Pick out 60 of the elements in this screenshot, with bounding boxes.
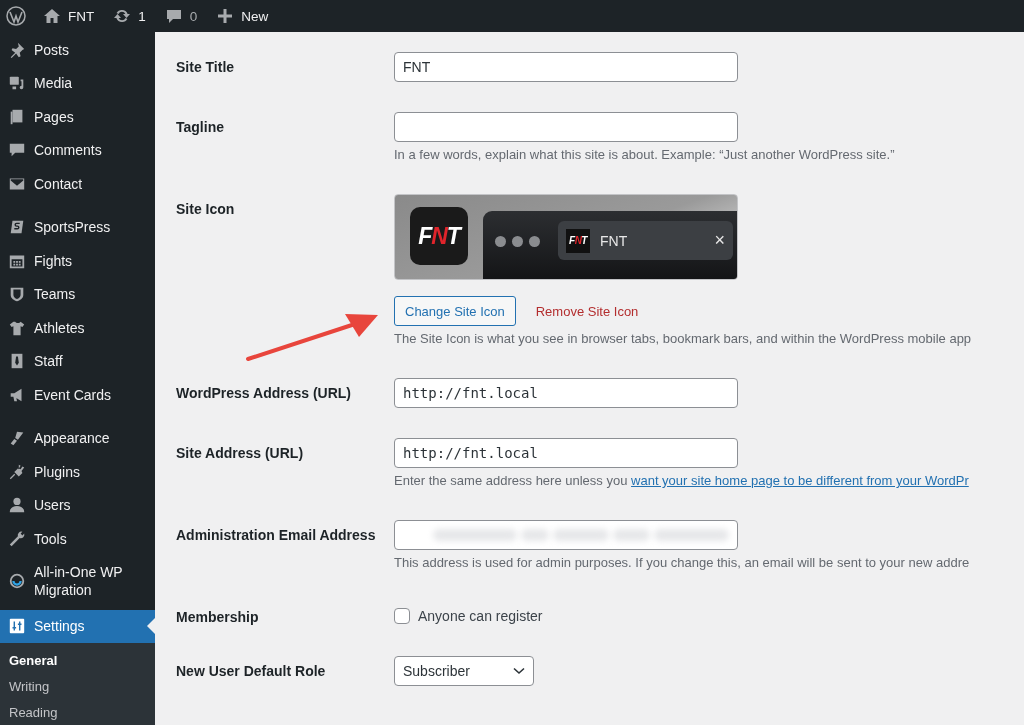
field-label: Site Icon bbox=[176, 201, 235, 217]
menu-item[interactable]: Contact bbox=[0, 167, 155, 201]
menu-item[interactable]: Teams bbox=[0, 277, 155, 311]
checkbox-label: Anyone can register bbox=[418, 608, 543, 624]
tab-title: FNT bbox=[600, 232, 629, 249]
menu-item[interactable]: Plugins bbox=[0, 455, 155, 489]
menu-item[interactable]: Appearance bbox=[0, 421, 155, 455]
user-icon bbox=[8, 496, 26, 515]
admin-bar-comments-link[interactable]: 0 bbox=[161, 6, 200, 26]
wrench-icon bbox=[8, 529, 26, 548]
menu-item[interactable]: SportsPress bbox=[0, 210, 155, 244]
field-label: New User Default Role bbox=[176, 663, 326, 679]
menu-item[interactable]: Fights bbox=[0, 244, 155, 278]
menu-item[interactable]: Event Cards bbox=[0, 378, 155, 412]
menu-item[interactable]: All-in-One WP Migration bbox=[0, 555, 155, 606]
field-label: Administration Email Address bbox=[176, 527, 376, 543]
checkbox[interactable] bbox=[394, 608, 410, 624]
home-icon bbox=[42, 6, 62, 26]
menu-item[interactable]: Tools bbox=[0, 522, 155, 556]
admin-bar-new-link[interactable]: New bbox=[213, 6, 271, 26]
change-site-icon-button[interactable]: Change Site Icon bbox=[394, 296, 516, 326]
menu-item[interactable]: Users bbox=[0, 488, 155, 522]
field-description: This address is used for admin purposes. If you change this, an email will be sent to your new addre bbox=[394, 554, 971, 572]
field-label: Site Title bbox=[176, 59, 235, 75]
menu-item[interactable]: Staff bbox=[0, 344, 155, 378]
plug-icon bbox=[8, 462, 26, 481]
remove-site-icon-link[interactable]: Remove Site Icon bbox=[535, 303, 639, 319]
role-dropdown[interactable]: Subscriber bbox=[394, 656, 534, 686]
submenu-item[interactable]: Reading bbox=[0, 700, 155, 725]
wordpress-logo-icon[interactable] bbox=[6, 6, 26, 26]
menu-item[interactable]: Pages bbox=[0, 100, 155, 134]
field-description: Enter the same address here unless you want your site home page to be different from your WordPr bbox=[394, 472, 970, 490]
paintbrush-icon bbox=[8, 429, 26, 448]
chevron-down-icon bbox=[513, 667, 525, 675]
shield-icon bbox=[8, 285, 26, 304]
admin-bar-site-link[interactable]: FNT bbox=[40, 6, 97, 26]
menu-item[interactable]: Posts bbox=[0, 33, 155, 67]
field-label: WordPress Address (URL) bbox=[176, 385, 352, 401]
text-input[interactable]: http://fnt.local bbox=[394, 438, 738, 468]
window-dots-icon bbox=[495, 236, 540, 247]
text-input[interactable]: http://fnt.local bbox=[394, 378, 738, 408]
menu-item[interactable]: Media bbox=[0, 66, 155, 100]
close-icon: × bbox=[714, 230, 725, 251]
field-label: Site Address (URL) bbox=[176, 445, 304, 461]
sliders-icon bbox=[8, 617, 26, 636]
submenu-item[interactable]: Writing bbox=[0, 674, 155, 700]
field-label: Tagline bbox=[176, 119, 224, 135]
fnt-logo: FNT bbox=[569, 235, 587, 246]
pushpin-icon bbox=[8, 40, 26, 59]
admin-bar-updates-link[interactable]: 1 bbox=[110, 6, 148, 26]
text-input[interactable]: FNT bbox=[394, 52, 738, 82]
text-link[interactable]: want your site home page to be different from your WordPr bbox=[631, 473, 969, 488]
text-input[interactable] bbox=[394, 112, 738, 142]
field-label: Membership bbox=[176, 609, 259, 625]
field-description: The Site Icon is what you see in browser tabs, bookmark bars, and within the WordPress mobile app bbox=[394, 330, 973, 348]
menu-item[interactable]: Comments bbox=[0, 133, 155, 167]
menu-item[interactable]: Settings bbox=[0, 609, 155, 643]
field-description: In a few words, explain what this site is about. Example: “Just another WordPress site.” bbox=[394, 146, 896, 164]
menu-item[interactable]: Athletes bbox=[0, 311, 155, 345]
submenu-item[interactable]: General bbox=[0, 648, 155, 674]
